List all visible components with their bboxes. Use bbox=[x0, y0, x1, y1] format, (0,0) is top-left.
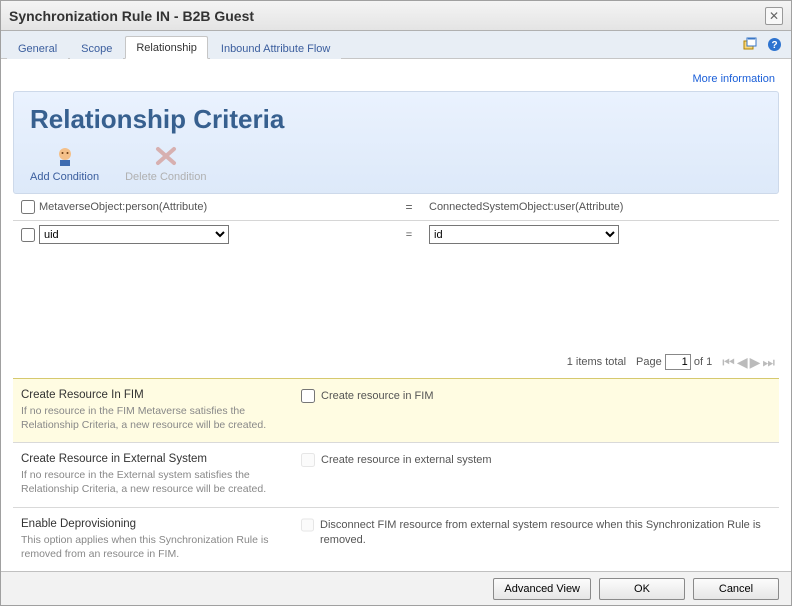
help-icon[interactable]: ? bbox=[765, 35, 783, 53]
add-condition-button[interactable]: Add Condition bbox=[30, 143, 99, 183]
header-band: Relationship Criteria Add Condition Dele… bbox=[13, 91, 779, 194]
opt-depro-title: Enable Deprovisioning bbox=[21, 518, 281, 530]
row-eq: = bbox=[389, 229, 429, 241]
opt-fim-sub: If no resource in the FIM Metaverse sati… bbox=[21, 404, 281, 432]
pager-next-icon[interactable]: ▶ bbox=[750, 355, 761, 369]
tab-inbound-flow[interactable]: Inbound Attribute Flow bbox=[210, 37, 341, 59]
footer-bar: Advanced View OK Cancel bbox=[1, 571, 791, 605]
tab-general[interactable]: General bbox=[7, 37, 68, 59]
more-info-row: More information bbox=[13, 69, 779, 91]
criteria-toolbar: Add Condition Delete Condition bbox=[30, 143, 762, 183]
create-external-checkbox bbox=[301, 453, 315, 467]
content-area: More information Relationship Criteria A… bbox=[1, 59, 791, 571]
ok-button[interactable]: OK bbox=[599, 578, 685, 600]
more-info-link[interactable]: More information bbox=[692, 73, 775, 85]
deprovision-checkbox bbox=[301, 518, 314, 532]
create-in-fim-checkbox[interactable] bbox=[301, 389, 315, 403]
option-create-external: Create Resource in External System If no… bbox=[13, 442, 779, 506]
cancel-button[interactable]: Cancel bbox=[693, 578, 779, 600]
pager: 1 items total Page of 1 ⏮ ◀ ▶ ⏭ bbox=[13, 348, 779, 378]
tab-scope[interactable]: Scope bbox=[70, 37, 123, 59]
option-deprovisioning: Enable Deprovisioning This option applie… bbox=[13, 507, 779, 571]
opt-fim-title: Create Resource In FIM bbox=[21, 389, 281, 401]
pager-first-icon[interactable]: ⏮ bbox=[722, 355, 735, 369]
delete-condition-label: Delete Condition bbox=[125, 171, 206, 183]
new-window-icon[interactable] bbox=[741, 35, 759, 53]
criteria-row: uid = id bbox=[13, 221, 779, 252]
tab-relationship[interactable]: Relationship bbox=[125, 36, 208, 59]
right-attribute-select[interactable]: id bbox=[429, 225, 619, 244]
tab-right-icons: ? bbox=[741, 35, 783, 53]
tab-row: General Scope Relationship Inbound Attri… bbox=[1, 31, 791, 59]
create-in-fim-label: Create resource in FIM bbox=[321, 389, 433, 404]
opt-ext-sub: If no resource in the External system sa… bbox=[21, 468, 281, 496]
pager-of-label: of 1 bbox=[694, 356, 712, 368]
row-checkbox[interactable] bbox=[21, 228, 35, 242]
opt-depro-sub: This option applies when this Synchroniz… bbox=[21, 533, 281, 561]
advanced-view-button[interactable]: Advanced View bbox=[493, 578, 591, 600]
option-create-in-fim: Create Resource In FIM If no resource in… bbox=[13, 378, 779, 442]
pager-last-icon[interactable]: ⏭ bbox=[762, 355, 775, 369]
criteria-grid-header: MetaverseObject:person(Attribute) = Conn… bbox=[13, 194, 779, 221]
svg-text:?: ? bbox=[771, 40, 777, 51]
pager-page-input[interactable] bbox=[665, 354, 691, 370]
pager-total: 1 items total bbox=[567, 356, 626, 368]
title-bar: Synchronization Rule IN - B2B Guest ✕ bbox=[1, 1, 791, 31]
select-all-checkbox[interactable] bbox=[21, 200, 35, 214]
close-icon: ✕ bbox=[769, 9, 779, 23]
add-condition-icon bbox=[30, 143, 99, 169]
window-title: Synchronization Rule IN - B2B Guest bbox=[9, 8, 765, 24]
add-condition-label: Add Condition bbox=[30, 171, 99, 183]
grid-col-eq: = bbox=[389, 200, 429, 214]
delete-condition-icon bbox=[125, 143, 206, 169]
dialog: Synchronization Rule IN - B2B Guest ✕ Ge… bbox=[0, 0, 792, 606]
delete-condition-button: Delete Condition bbox=[125, 143, 206, 183]
grid-col-right: ConnectedSystemObject:user(Attribute) bbox=[429, 201, 775, 213]
close-button[interactable]: ✕ bbox=[765, 7, 783, 25]
create-external-label: Create resource in external system bbox=[321, 453, 492, 468]
pager-prev-icon[interactable]: ◀ bbox=[737, 355, 748, 369]
opt-ext-title: Create Resource in External System bbox=[21, 453, 281, 465]
left-attribute-select[interactable]: uid bbox=[39, 225, 229, 244]
grid-col-left: MetaverseObject:person(Attribute) bbox=[39, 201, 389, 213]
page-heading: Relationship Criteria bbox=[30, 104, 762, 135]
pager-nav: ⏮ ◀ ▶ ⏭ bbox=[722, 355, 775, 369]
pager-page-label: Page bbox=[636, 356, 662, 368]
deprovision-label: Disconnect FIM resource from external sy… bbox=[320, 518, 771, 548]
